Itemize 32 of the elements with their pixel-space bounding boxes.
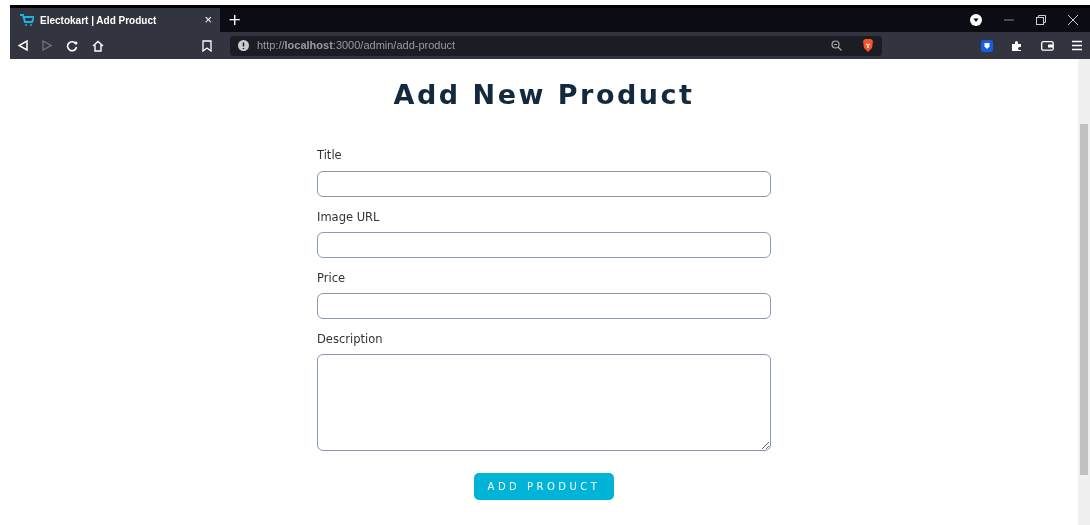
tab-title: Electokart | Add Product <box>40 13 158 28</box>
shield-icon[interactable] <box>981 39 993 52</box>
info-icon <box>238 40 249 51</box>
close-tab-button[interactable]: × <box>204 10 212 30</box>
bookmark-icon[interactable] <box>202 39 212 52</box>
input-field[interactable] <box>317 231 771 258</box>
page-heading: Add New Product <box>393 79 695 112</box>
menu-icon[interactable] <box>1072 40 1082 51</box>
back-icon[interactable] <box>18 40 28 51</box>
input-field[interactable] <box>317 293 771 320</box>
close-icon[interactable] <box>1068 15 1078 25</box>
reload-icon[interactable] <box>66 39 78 52</box>
field-label: Title <box>317 147 343 165</box>
address-bar[interactable]: http://localhost:3000/admin/add-product <box>230 35 882 56</box>
home-icon[interactable] <box>92 39 104 52</box>
puzzle-icon[interactable] <box>1011 39 1023 52</box>
field-label: Description <box>317 331 384 349</box>
field-label: Price <box>317 269 347 287</box>
new-tab-button[interactable]: + <box>228 12 242 28</box>
url-text: http://localhost:3000/admin/add-product <box>257 38 457 54</box>
browser-tab[interactable]: Electokart | Add Product × <box>10 8 220 32</box>
scrollbar[interactable] <box>1078 59 1090 525</box>
zoom-out-icon[interactable] <box>831 40 842 51</box>
forward-icon[interactable] <box>42 40 52 51</box>
lion-shield-icon[interactable] <box>862 39 874 52</box>
input-field[interactable] <box>317 170 771 197</box>
dropdown-icon[interactable] <box>970 14 982 26</box>
cart-icon <box>20 14 34 26</box>
field-label: Image URL <box>317 208 381 226</box>
text-area[interactable] <box>317 354 771 452</box>
wallet-icon[interactable] <box>1041 40 1054 51</box>
restore-icon[interactable] <box>1036 15 1046 25</box>
